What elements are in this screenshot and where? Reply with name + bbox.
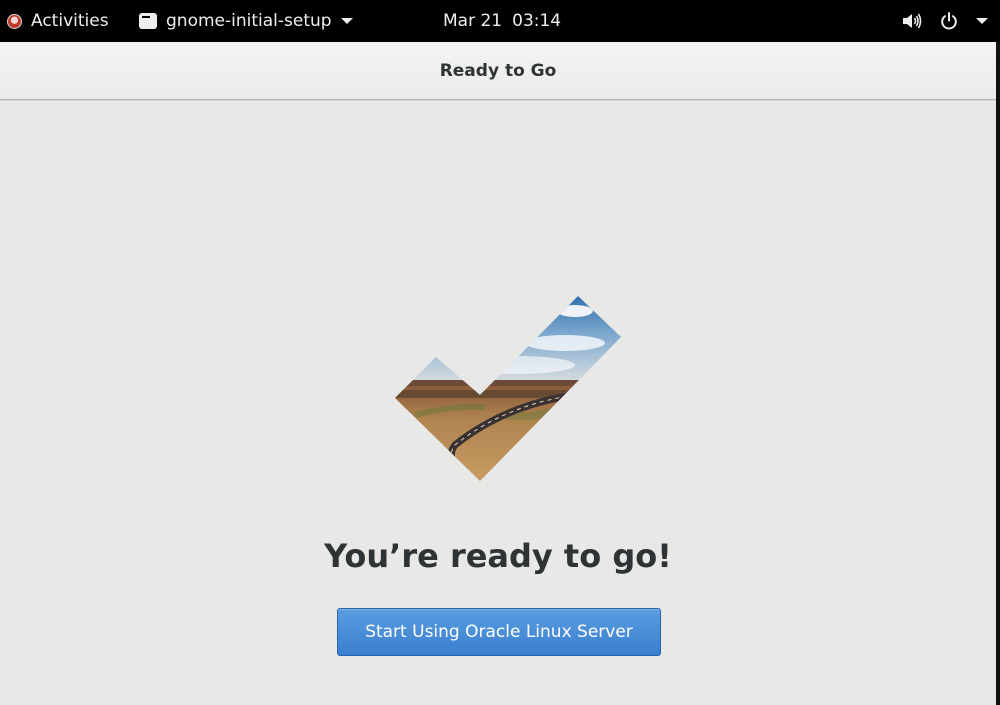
clock-time: 03:14 <box>512 11 562 31</box>
app-icon <box>139 13 157 29</box>
start-button-label: Start Using Oracle Linux Server <box>365 622 633 642</box>
clock-button[interactable]: Mar 21 03:14 <box>443 0 561 42</box>
checkmark-illustration-icon <box>395 296 621 481</box>
ready-page: You’re ready to go! Start Using Oracle L… <box>0 101 996 705</box>
activities-button[interactable]: Activities <box>7 0 109 42</box>
top-bar: Activities gnome-initial-setup Mar 21 03… <box>0 0 1000 42</box>
chevron-down-icon <box>340 18 353 24</box>
desktop-screen: Activities gnome-initial-setup Mar 21 03… <box>0 0 1000 705</box>
app-name-label: gnome-initial-setup <box>166 11 332 31</box>
app-menu-button[interactable]: gnome-initial-setup <box>139 0 353 42</box>
clock-date: Mar 21 <box>443 11 503 31</box>
volume-icon <box>902 12 922 30</box>
chevron-down-icon <box>976 18 988 24</box>
ready-heading: You’re ready to go! <box>324 537 672 575</box>
header-bar: Ready to Go <box>0 42 996 100</box>
system-menu-button[interactable] <box>902 0 988 42</box>
screen-edge <box>996 42 1000 705</box>
window-title: Ready to Go <box>439 60 557 81</box>
initial-setup-window: Ready to Go You’re ready to go! Start Us… <box>0 42 996 705</box>
start-using-button[interactable]: Start Using Oracle Linux Server <box>337 608 661 656</box>
activities-label: Activities <box>31 11 109 31</box>
distro-logo-icon <box>7 13 22 29</box>
power-icon <box>940 12 958 30</box>
